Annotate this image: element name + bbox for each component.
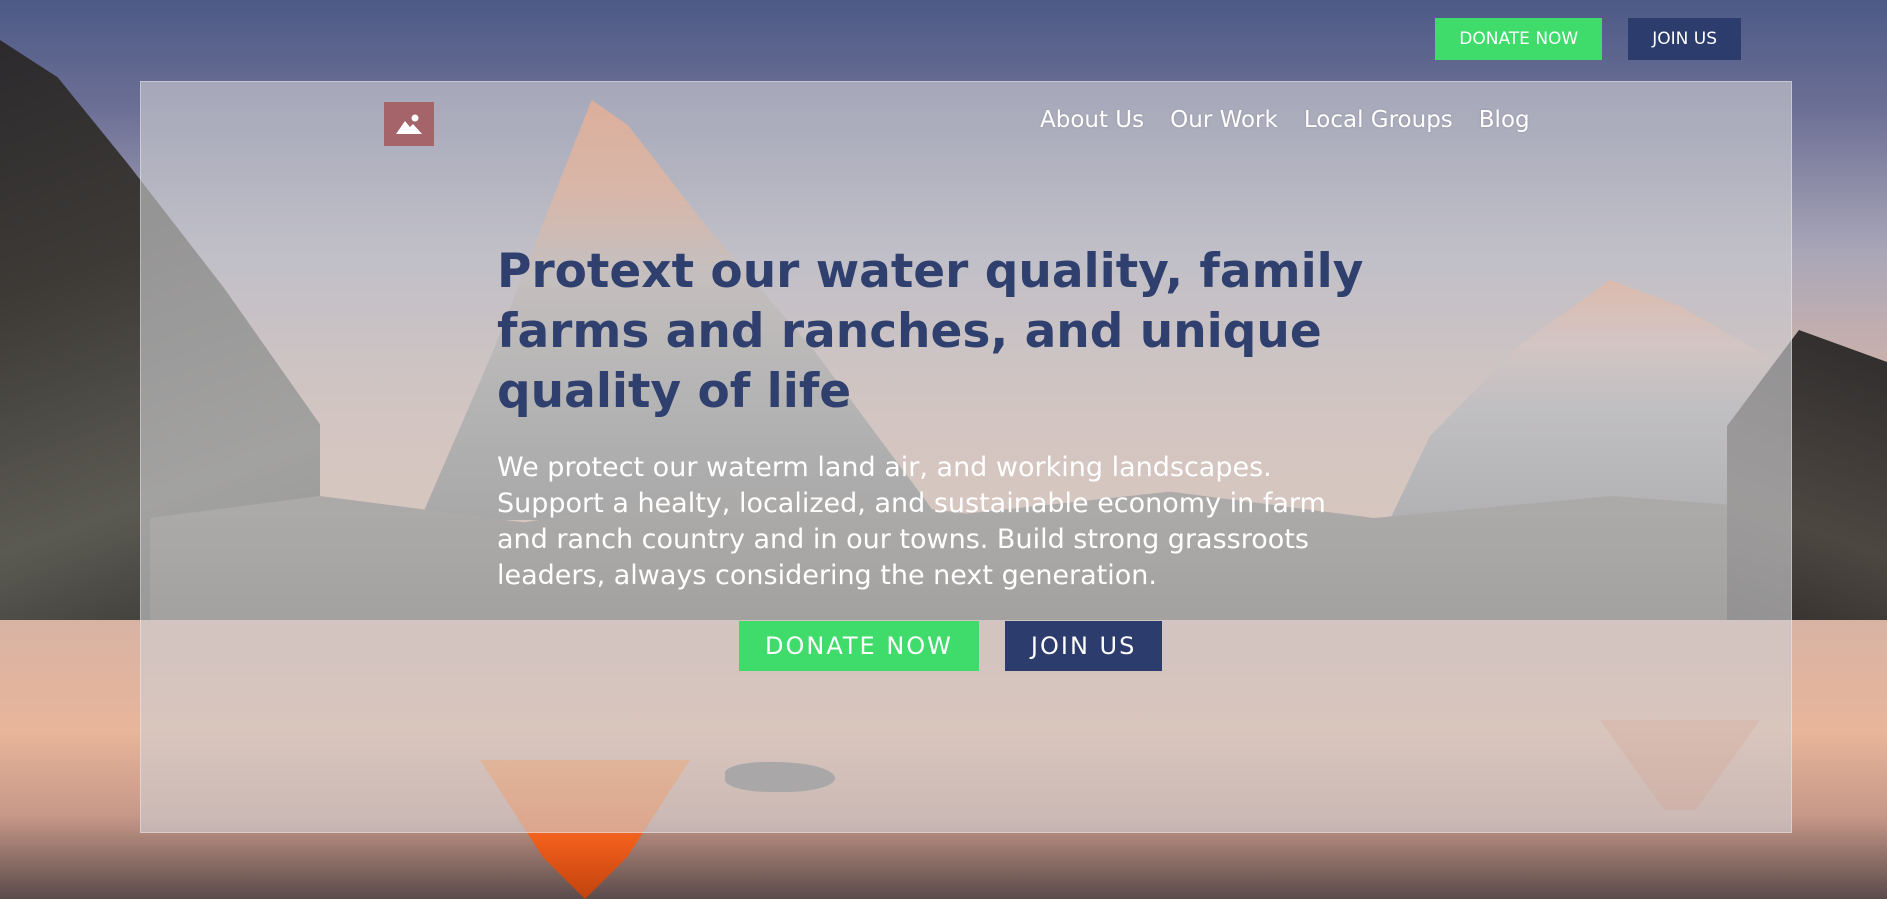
hero-body: We protect our waterm land air, and work… xyxy=(497,452,1326,591)
hero-join-button[interactable]: JOIN US xyxy=(1004,621,1163,671)
nav-about-us[interactable]: About Us xyxy=(1040,107,1144,133)
main-nav: About Us Our Work Local Groups Blog xyxy=(1040,107,1530,133)
hero-actions: DONATE NOW JOIN US xyxy=(739,621,1163,671)
landing-page: DONATE NOW JOIN US About Us Our Work Loc… xyxy=(0,0,1887,899)
hero-donate-button[interactable]: DONATE NOW xyxy=(739,621,979,671)
top-donate-button[interactable]: DONATE NOW xyxy=(1435,18,1603,60)
top-actions: DONATE NOW JOIN US xyxy=(1435,18,1741,60)
mountain-image-icon xyxy=(396,114,422,134)
nav-local-groups[interactable]: Local Groups xyxy=(1304,107,1453,133)
nav-blog[interactable]: Blog xyxy=(1479,107,1530,133)
top-join-button[interactable]: JOIN US xyxy=(1628,18,1741,60)
nav-our-work[interactable]: Our Work xyxy=(1170,107,1278,133)
hero-card: About Us Our Work Local Groups Blog Prot… xyxy=(140,81,1792,833)
logo[interactable] xyxy=(384,102,434,146)
hero-headline: Protext our water quality, family farms … xyxy=(497,244,1364,419)
hero-content: Protext our water quality, family farms … xyxy=(497,242,1377,594)
